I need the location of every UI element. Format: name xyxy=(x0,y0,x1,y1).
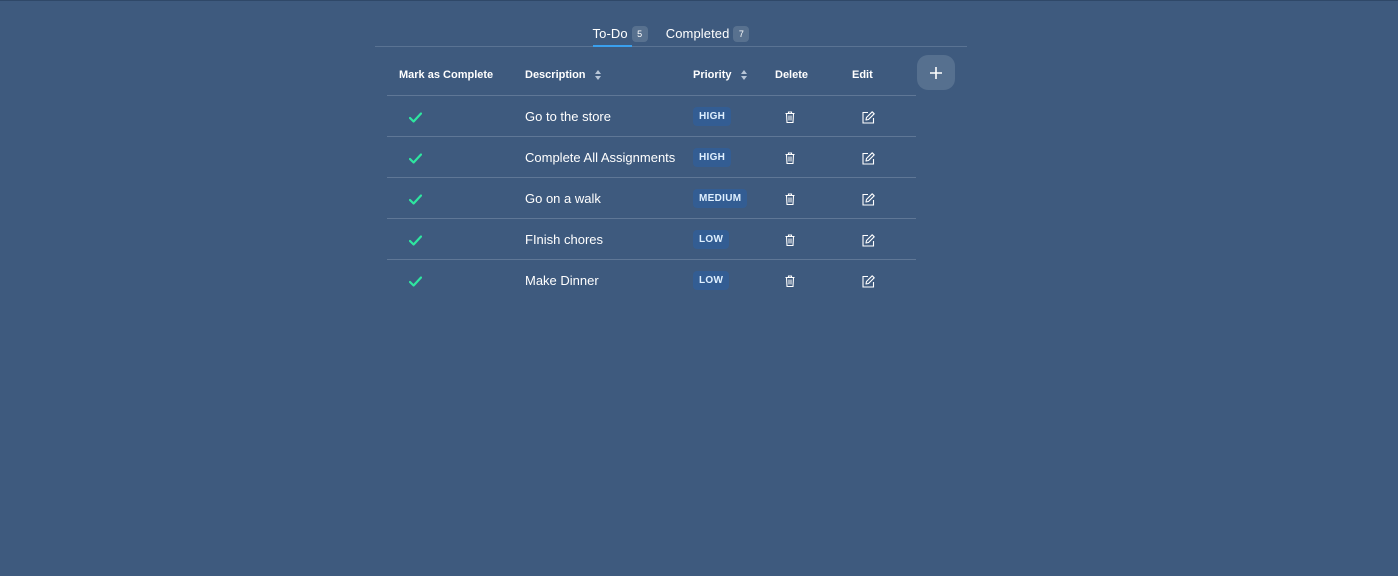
task-description: Complete All Assignments xyxy=(525,149,676,165)
edit-cell xyxy=(852,95,916,137)
description-cell: FInish chores xyxy=(525,218,693,260)
table-row: Complete All Assignments HIGH xyxy=(387,136,916,178)
task-description: Make Dinner xyxy=(525,272,599,288)
sort-icon[interactable] xyxy=(594,70,601,81)
table-row: Go on a walk MEDIUM xyxy=(387,177,916,219)
header-edit-label: Edit xyxy=(852,69,873,81)
header-mark-label: Mark as Complete xyxy=(399,69,494,81)
edit-cell xyxy=(852,177,916,219)
header-edit: Edit xyxy=(852,55,916,96)
edit-icon[interactable] xyxy=(862,274,875,288)
edit-icon[interactable] xyxy=(862,192,875,206)
table-row: Make Dinner LOW xyxy=(387,260,916,301)
delete-cell xyxy=(775,177,852,219)
header-mark-complete: Mark as Complete xyxy=(387,55,525,96)
plus-icon xyxy=(930,66,942,79)
mark-complete-cell xyxy=(387,260,525,301)
sort-icon[interactable] xyxy=(740,70,747,81)
edit-cell xyxy=(852,260,916,301)
description-cell: Make Dinner xyxy=(525,260,693,301)
trash-icon[interactable] xyxy=(785,111,795,124)
mark-complete-cell xyxy=(387,218,525,260)
table-row: Go to the store HIGH xyxy=(387,95,916,137)
task-description: Go on a walk xyxy=(525,190,601,206)
description-cell: Go on a walk xyxy=(525,177,693,219)
check-icon[interactable] xyxy=(409,193,422,205)
mark-complete-cell xyxy=(387,136,525,178)
tab-completed-label: Completed xyxy=(665,26,730,41)
check-icon[interactable] xyxy=(409,234,422,246)
todo-table: Mark as Complete Description Priority De… xyxy=(387,55,916,300)
priority-cell: LOW xyxy=(693,218,775,260)
edit-cell xyxy=(852,136,916,178)
tab-todo[interactable]: To-Do 5 xyxy=(592,0,648,47)
priority-cell: HIGH xyxy=(693,136,775,178)
check-icon[interactable] xyxy=(409,275,422,287)
task-description: FInish chores xyxy=(525,231,604,247)
priority-cell: HIGH xyxy=(693,95,775,137)
delete-cell xyxy=(775,260,852,301)
edit-icon[interactable] xyxy=(862,233,875,247)
priority-badge: LOW xyxy=(693,229,730,249)
active-tab-indicator xyxy=(592,45,632,47)
todo-panel: To-Do 5 Completed 7 Mark as Complete Des… xyxy=(375,0,967,290)
edit-icon[interactable] xyxy=(862,151,875,165)
mark-complete-cell xyxy=(387,177,525,219)
trash-icon[interactable] xyxy=(785,193,795,206)
description-cell: Go to the store xyxy=(525,95,693,137)
header-description-label: Description xyxy=(525,69,586,81)
header-description[interactable]: Description xyxy=(525,55,693,96)
check-icon[interactable] xyxy=(409,152,422,164)
trash-icon[interactable] xyxy=(785,275,795,288)
priority-badge: MEDIUM xyxy=(693,188,748,208)
edit-icon[interactable] xyxy=(862,110,875,124)
header-priority-label: Priority xyxy=(693,69,732,81)
mark-complete-cell xyxy=(387,95,525,137)
trash-icon[interactable] xyxy=(785,234,795,247)
priority-badge: HIGH xyxy=(693,147,732,167)
tab-todo-label: To-Do xyxy=(592,26,628,41)
check-icon[interactable] xyxy=(409,111,422,123)
priority-badge: LOW xyxy=(693,270,730,290)
tab-todo-count: 5 xyxy=(631,25,648,42)
delete-cell xyxy=(775,136,852,178)
task-description: Go to the store xyxy=(525,108,611,124)
edit-cell xyxy=(852,218,916,260)
tab-completed[interactable]: Completed 7 xyxy=(666,0,750,46)
header-priority[interactable]: Priority xyxy=(693,55,775,96)
table-body: Go to the store HIGH Complete All Assign… xyxy=(387,95,916,301)
tab-completed-count: 7 xyxy=(733,25,750,42)
add-task-button[interactable] xyxy=(917,55,955,90)
delete-cell xyxy=(775,95,852,137)
priority-badge: HIGH xyxy=(693,106,732,126)
description-cell: Complete All Assignments xyxy=(525,136,693,178)
trash-icon[interactable] xyxy=(785,152,795,165)
header-delete-label: Delete xyxy=(775,69,809,81)
todo-table-container: Mark as Complete Description Priority De… xyxy=(387,55,916,300)
table-header-row: Mark as Complete Description Priority De… xyxy=(387,55,916,96)
priority-cell: LOW xyxy=(693,260,775,301)
priority-cell: MEDIUM xyxy=(693,177,775,219)
header-delete: Delete xyxy=(775,55,852,96)
table-row: FInish chores LOW xyxy=(387,218,916,260)
delete-cell xyxy=(775,218,852,260)
tab-bar: To-Do 5 Completed 7 xyxy=(375,0,967,47)
